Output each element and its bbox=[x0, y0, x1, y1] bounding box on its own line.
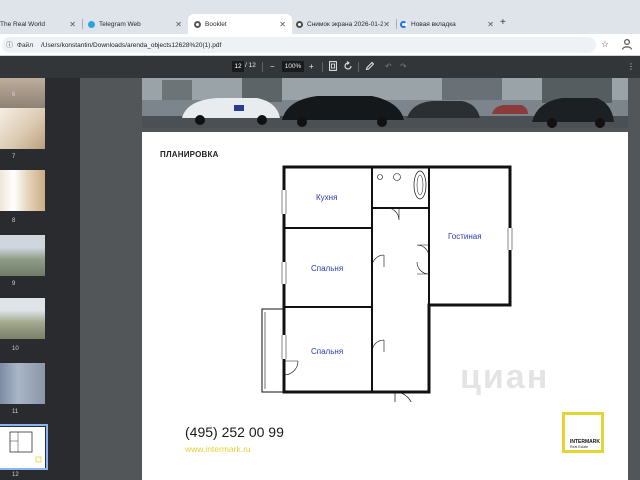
tab-title: The Real World bbox=[0, 20, 46, 28]
thumbnail-page-8[interactable] bbox=[0, 170, 45, 211]
tab-telegram-web[interactable]: Telegram Web ✕ bbox=[88, 14, 188, 34]
tab-booklet[interactable]: Booklet ✕ bbox=[188, 14, 292, 34]
thumbnail-sidebar: 6 7 8 9 10 11 12 bbox=[0, 78, 80, 480]
logo-subtitle: Real Estate bbox=[570, 445, 589, 449]
close-icon[interactable]: ✕ bbox=[383, 20, 390, 29]
thumbnail-number: 10 bbox=[12, 346, 19, 352]
bookmark-star-icon[interactable]: ☆ bbox=[601, 39, 609, 50]
scheme-label: Файл bbox=[17, 41, 33, 49]
thumbnail-page-11[interactable] bbox=[0, 363, 45, 404]
page-number-input[interactable]: 12 bbox=[232, 61, 244, 72]
info-icon[interactable]: ⓘ bbox=[6, 40, 13, 50]
thumbnail-number: 9 bbox=[12, 281, 16, 287]
tab-title: Новая вкладка bbox=[411, 20, 456, 28]
rotate-icon[interactable] bbox=[343, 61, 353, 74]
contact-phone: (495) 252 00 99 bbox=[185, 424, 284, 440]
thumbnail-number: 8 bbox=[12, 218, 16, 224]
room-label-bedroom: Спальня bbox=[311, 347, 344, 356]
fit-page-icon[interactable] bbox=[329, 61, 337, 74]
new-tab-button[interactable]: + bbox=[500, 17, 506, 28]
pdf-viewer[interactable]: ПЛАНИРОВКА циан Кухня Гостиная Спальня С… bbox=[80, 78, 640, 480]
tab-title: Booklet bbox=[205, 20, 227, 28]
tab-title: Снимок экрана 2026-01-2... bbox=[307, 20, 383, 28]
close-icon[interactable]: ✕ bbox=[279, 20, 286, 29]
thumbnail-page-9[interactable] bbox=[0, 235, 45, 276]
url-text[interactable]: /Users/konstantin/Downloads/arenda_objec… bbox=[41, 42, 221, 49]
tab-new[interactable]: Новая вкладка ✕ bbox=[400, 14, 500, 34]
redo-icon[interactable]: ↷ bbox=[400, 61, 407, 72]
profile-icon[interactable] bbox=[621, 38, 635, 52]
undo-icon[interactable]: ↶ bbox=[385, 61, 392, 72]
intermark-logo: INTERMARK Real Estate bbox=[562, 412, 604, 453]
telegram-icon bbox=[88, 20, 95, 28]
browser-tab-strip: The Real World ✕ Telegram Web ✕ Booklet … bbox=[0, 0, 640, 34]
thumbnail-number: 11 bbox=[12, 409, 19, 415]
zoom-out-button[interactable]: − bbox=[270, 61, 275, 72]
loading-icon bbox=[400, 20, 407, 28]
omnibox[interactable]: ⓘ Файл /Users/konstantin/Downloads/arend… bbox=[2, 37, 596, 53]
room-label-living-room: Гостиная bbox=[448, 232, 482, 241]
thumbnail-number: 6 bbox=[12, 92, 16, 98]
pdf-toolbar: 12 / 12 − 100% + ↶ ↷ ⋮ bbox=[0, 56, 640, 78]
thumbnail-number: 12 bbox=[12, 472, 19, 478]
thumbnail-page-12[interactable] bbox=[0, 427, 45, 468]
thumbnail-page-7[interactable] bbox=[0, 108, 45, 149]
more-options-icon[interactable]: ⋮ bbox=[627, 61, 635, 72]
close-icon[interactable]: ✕ bbox=[175, 20, 182, 29]
pdf-page-12: ПЛАНИРОВКА циан Кухня Гостиная Спальня С… bbox=[142, 132, 628, 480]
room-label-kitchen: Кухня bbox=[316, 193, 338, 202]
zoom-level-input[interactable]: 100% bbox=[282, 61, 304, 72]
zoom-in-button[interactable]: + bbox=[309, 61, 314, 72]
thumbnail-page-10[interactable] bbox=[0, 298, 45, 339]
page-heading: ПЛАНИРОВКА bbox=[160, 150, 219, 159]
annotate-pen-icon[interactable] bbox=[365, 61, 375, 74]
globe-icon bbox=[296, 20, 303, 28]
tab-the-real-world[interactable]: The Real World ✕ bbox=[0, 14, 82, 34]
thumbnail-page-6[interactable] bbox=[0, 78, 45, 111]
thumbnail-number: 7 bbox=[12, 154, 16, 160]
floor-plan-drawing bbox=[261, 165, 513, 402]
close-icon[interactable]: ✕ bbox=[487, 20, 494, 29]
previous-page-photo bbox=[142, 78, 628, 128]
page-total: / 12 bbox=[245, 62, 256, 69]
globe-icon bbox=[194, 20, 201, 28]
room-label-bedroom: Спальня bbox=[311, 264, 344, 273]
tab-screenshot[interactable]: Снимок экрана 2026-01-2... ✕ bbox=[296, 14, 396, 34]
website-link: www.intermark.ru bbox=[185, 444, 251, 454]
address-bar: ⓘ Файл /Users/konstantin/Downloads/arend… bbox=[0, 34, 640, 56]
tab-title: Telegram Web bbox=[99, 20, 141, 28]
close-icon[interactable]: ✕ bbox=[69, 20, 76, 29]
